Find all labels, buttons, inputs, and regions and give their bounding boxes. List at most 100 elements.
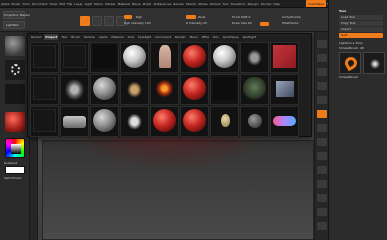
menu-tool[interactable]: Tool bbox=[222, 0, 230, 7]
menu-brush[interactable]: Brush bbox=[11, 0, 22, 7]
lightbox-thumb[interactable] bbox=[180, 74, 209, 105]
lightbox-thumb[interactable] bbox=[60, 74, 89, 105]
lightbox-thumb[interactable] bbox=[150, 42, 179, 73]
lightbox-tab-texture[interactable]: Texture bbox=[83, 34, 96, 40]
floor-button[interactable] bbox=[317, 138, 327, 146]
menu-color[interactable]: Color bbox=[21, 0, 31, 7]
zoom3d-button[interactable] bbox=[317, 194, 327, 202]
lightbox-thumb[interactable] bbox=[120, 42, 149, 73]
aahalf-button[interactable] bbox=[317, 110, 327, 118]
lightbox-tab-recent[interactable]: Recent bbox=[30, 34, 42, 40]
lightbox-tab-project[interactable]: Project bbox=[44, 34, 59, 40]
lightbox-thumb[interactable] bbox=[90, 74, 119, 105]
menu-layer[interactable]: Layer bbox=[73, 0, 83, 7]
move-button[interactable] bbox=[104, 16, 114, 26]
lightbox-tab-grid[interactable]: Grid bbox=[127, 34, 135, 40]
tool-thumbnail-icon[interactable] bbox=[363, 52, 385, 74]
menu-preferences[interactable]: Preferences bbox=[153, 0, 173, 7]
rgb-intensity-slider[interactable]: Rgb Intensity 100 bbox=[124, 21, 179, 25]
lightbox-thumb[interactable] bbox=[270, 42, 299, 73]
menu-document[interactable]: Document bbox=[31, 0, 49, 7]
lightbox-thumb[interactable] bbox=[90, 106, 119, 137]
material-sphere-icon[interactable] bbox=[5, 112, 25, 132]
lightbox-thumb[interactable] bbox=[30, 42, 59, 73]
lightbox-thumb[interactable] bbox=[90, 42, 119, 73]
lightbox-thumb[interactable] bbox=[210, 106, 239, 137]
menu-picker[interactable]: Picker bbox=[142, 0, 153, 7]
rotate-view-button[interactable] bbox=[317, 208, 327, 216]
switch-color-label[interactable]: SwitchColor bbox=[4, 176, 22, 180]
menu-draw[interactable]: Draw bbox=[49, 0, 59, 7]
standard-brush-icon[interactable] bbox=[5, 36, 25, 56]
lightbox-tab-tool[interactable]: Tool bbox=[60, 34, 68, 40]
lightbox-thumb[interactable] bbox=[240, 106, 269, 137]
lightbox-tab-render[interactable]: Render bbox=[174, 34, 187, 40]
alpha-icon[interactable] bbox=[5, 84, 25, 104]
menu-zscript[interactable]: Zscript bbox=[260, 0, 272, 7]
lightbox-thumb[interactable] bbox=[150, 74, 179, 105]
gradient-label[interactable]: Gradient bbox=[4, 161, 17, 165]
stroke-dots-icon[interactable] bbox=[5, 60, 25, 80]
quicksave-button[interactable]: QuickSave bbox=[306, 0, 327, 7]
menu-marker[interactable]: Marker bbox=[104, 0, 116, 7]
menu-zplugin[interactable]: Zplugin bbox=[246, 0, 259, 7]
menu-macro[interactable]: Macro bbox=[93, 0, 104, 7]
edit-button[interactable] bbox=[80, 16, 90, 26]
menu-stencil[interactable]: Stencil bbox=[185, 0, 197, 7]
move-view-button[interactable] bbox=[317, 180, 327, 188]
lightbox-thumb[interactable] bbox=[210, 74, 239, 105]
lightbox-tab-material[interactable]: Material bbox=[110, 34, 124, 40]
simplebrush-icon[interactable] bbox=[339, 52, 361, 74]
menu-light[interactable]: Light bbox=[84, 0, 94, 7]
lightbox-tab-brush[interactable]: Brush bbox=[70, 34, 81, 40]
spix-button[interactable] bbox=[317, 54, 327, 62]
lightbox-thumb[interactable] bbox=[30, 106, 59, 137]
menu-transform[interactable]: Transform bbox=[230, 0, 247, 7]
scroll-button[interactable] bbox=[317, 68, 327, 76]
lightbox-thumb[interactable] bbox=[240, 42, 269, 73]
focal-shift-slider[interactable]: Focal Shift 0 bbox=[232, 15, 272, 19]
bpr-button[interactable] bbox=[317, 40, 327, 48]
lightbox-thumb[interactable] bbox=[60, 42, 89, 73]
lightbox-thumb[interactable] bbox=[120, 74, 149, 105]
lightbox-thumb[interactable] bbox=[150, 106, 179, 137]
lightbox-tab-alpha[interactable]: Alpha bbox=[98, 34, 109, 40]
lightbox-thumb[interactable] bbox=[60, 106, 89, 137]
lightbox-tab-doc[interactable]: Doc bbox=[212, 34, 220, 40]
menu-alpha[interactable]: Alpha bbox=[0, 0, 11, 7]
menu-stroke[interactable]: Stroke bbox=[197, 0, 209, 7]
menu-edit[interactable]: Edit bbox=[58, 0, 66, 7]
menu-texture[interactable]: Texture bbox=[209, 0, 222, 7]
draw-button[interactable] bbox=[92, 16, 102, 26]
lightbox-tab-menu[interactable]: Menu bbox=[189, 34, 199, 40]
frame-button[interactable] bbox=[317, 166, 327, 174]
lightbox-tab-quicksave[interactable]: QuickSave bbox=[222, 34, 240, 40]
mrgb-button[interactable] bbox=[124, 15, 132, 19]
lightbox-thumb[interactable] bbox=[270, 74, 299, 105]
lightbox-tab-document[interactable]: Document bbox=[154, 34, 172, 40]
lightbox-tab-zfile[interactable]: ZFile bbox=[201, 34, 210, 40]
lightbox-tools-label[interactable]: Lightbox ▸ Tools bbox=[339, 41, 363, 45]
zadd-button[interactable] bbox=[186, 15, 196, 19]
polyf-button[interactable] bbox=[317, 222, 327, 230]
color-picker-icon[interactable] bbox=[5, 138, 25, 158]
lightbox-thumb[interactable] bbox=[180, 106, 209, 137]
local-button[interactable] bbox=[317, 152, 327, 160]
menu-movie[interactable]: Movie bbox=[131, 0, 142, 7]
lightbox-thumb[interactable] bbox=[210, 42, 239, 73]
lightbox-tab-spotlight[interactable]: Spotlight bbox=[242, 34, 257, 40]
menu-material[interactable]: Material bbox=[117, 0, 131, 7]
zoom-button[interactable] bbox=[317, 82, 327, 90]
persp-button[interactable] bbox=[317, 124, 327, 132]
menu-file[interactable]: File bbox=[66, 0, 73, 7]
lightbox-thumb[interactable] bbox=[120, 106, 149, 137]
lightbox-thumb[interactable] bbox=[180, 42, 209, 73]
menu-help[interactable]: Help bbox=[272, 0, 281, 7]
lightbox-thumb[interactable] bbox=[270, 106, 299, 137]
main-color-swatch[interactable] bbox=[5, 166, 25, 174]
lightbox-thumb[interactable] bbox=[240, 74, 269, 105]
dynamic-button[interactable] bbox=[260, 22, 269, 26]
z-intensity-slider[interactable]: Z Intensity 25 bbox=[186, 21, 226, 25]
lightbox-thumb[interactable] bbox=[30, 74, 59, 105]
zsub-label[interactable]: Zsub bbox=[198, 15, 205, 19]
